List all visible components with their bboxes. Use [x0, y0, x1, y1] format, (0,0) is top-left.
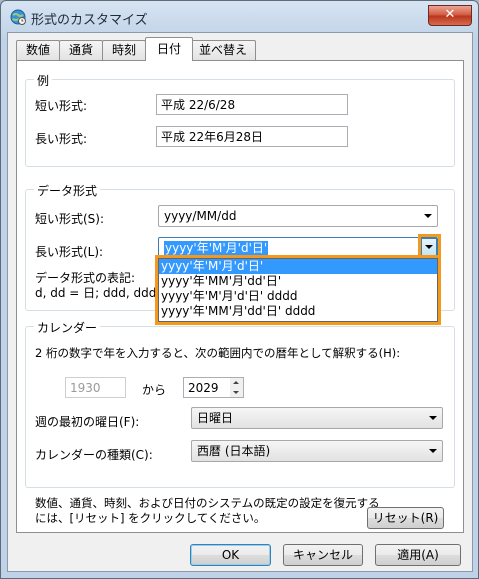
spin-up-button[interactable] — [230, 378, 243, 388]
tab-time[interactable]: 時刻 — [102, 40, 146, 60]
calendar-type-combo[interactable]: 西暦 (日本語) — [191, 440, 443, 462]
chevron-down-icon — [424, 214, 432, 218]
reset-description-line2: には、[リセット] をクリックしてください。 — [35, 511, 266, 525]
long-format-label: 長い形式(L): — [35, 245, 104, 259]
calendar-type-label: カレンダーの種類(C): — [35, 448, 153, 462]
long-format-value[interactable]: yyyy'年'M'月'd'日' — [164, 241, 269, 255]
tab-currency[interactable]: 通貨 — [59, 40, 103, 60]
example-group-title: 例 — [34, 72, 53, 89]
triangle-down-icon — [233, 391, 239, 394]
short-format-value: yyyy/MM/dd — [164, 209, 237, 223]
from-label: から — [142, 383, 167, 397]
chevron-down-icon — [429, 416, 437, 420]
short-format-combo[interactable]: yyyy/MM/dd — [158, 205, 438, 227]
notation-text: d, dd = 日; ddd, ddd — [35, 286, 157, 300]
reset-button[interactable]: リセット(R) — [367, 507, 444, 529]
title-bar[interactable]: 形式のカスタマイズ ✕ — [1, 1, 478, 33]
dialog-client-area: 数値 通貨 時刻 日付 並べ替え 例 短い形式: 平成 22/6/28 長い形式… — [7, 32, 473, 572]
to-year-field[interactable]: 2029 — [183, 377, 231, 398]
from-year-field: 1930 — [65, 377, 126, 398]
cancel-button[interactable]: キャンセル — [283, 544, 363, 566]
first-day-combo[interactable]: 日曜日 — [191, 407, 443, 429]
example-group: 例 — [25, 72, 455, 167]
spin-down-button[interactable] — [230, 388, 243, 398]
date-tab-panel: 例 短い形式: 平成 22/6/28 長い形式: 平成 22年6月28日 データ… — [16, 60, 464, 533]
dropdown-list-highlight — [155, 255, 441, 325]
calendar-type-value: 西暦 (日本語) — [197, 444, 271, 458]
chevron-down-icon — [429, 449, 437, 453]
example-long-value: 平成 22年6月28日 — [156, 126, 348, 147]
calendar-description: 2 桁の数字で年を入力すると、次の範囲内での暦年として解釈する(H): — [35, 346, 401, 360]
example-short-value: 平成 22/6/28 — [156, 94, 348, 115]
reset-description-line1: 数値、通貨、時刻、および日付のシステムの既定の設定を復元する — [35, 496, 380, 510]
tab-number[interactable]: 数値 — [16, 40, 60, 60]
dialog-window: 形式のカスタマイズ ✕ 数値 通貨 時刻 日付 並べ替え 例 短い形式: 平成 … — [0, 0, 479, 579]
tab-date[interactable]: 日付 — [145, 37, 193, 61]
triangle-up-icon — [233, 381, 239, 384]
globe-clock-icon — [10, 9, 26, 25]
example-short-label: 短い形式: — [35, 99, 88, 113]
data-format-group-title: データ形式 — [34, 182, 101, 199]
window-title: 形式のカスタマイズ — [31, 13, 148, 28]
year-spinner[interactable] — [230, 377, 244, 398]
first-day-label: 週の最初の曜日(F): — [35, 415, 140, 429]
calendar-group-title: カレンダー — [34, 319, 101, 336]
close-icon: ✕ — [444, 7, 456, 22]
apply-button[interactable]: 適用(A) — [375, 544, 461, 566]
close-button[interactable]: ✕ — [428, 5, 472, 26]
short-format-label: 短い形式(S): — [35, 212, 105, 226]
ok-button[interactable]: OK — [190, 544, 271, 566]
first-day-value: 日曜日 — [197, 411, 234, 425]
example-long-label: 長い形式: — [35, 132, 88, 146]
tab-sort[interactable]: 並べ替え — [190, 40, 256, 60]
